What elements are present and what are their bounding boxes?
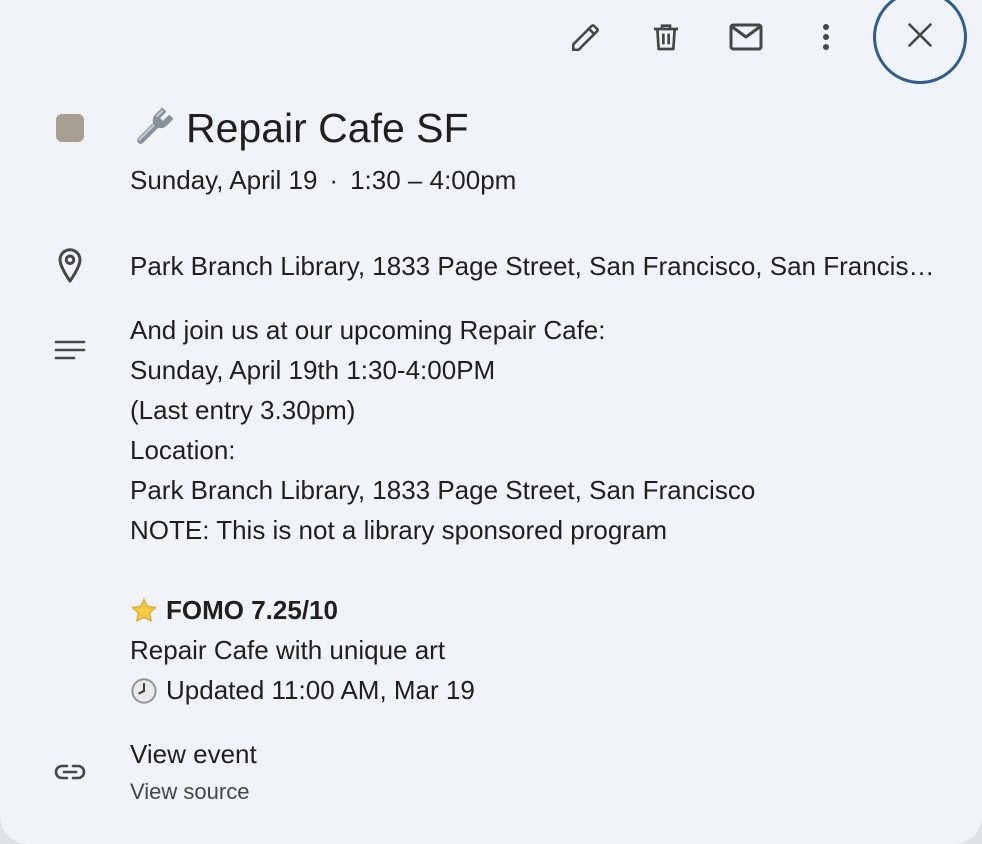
event-time: 1:30 – 4:00pm — [350, 165, 517, 195]
fomo-label: FOMO 7.25/10 — [166, 595, 338, 625]
edit-button[interactable] — [553, 0, 619, 74]
email-guests-button[interactable] — [713, 0, 779, 74]
updated-line: Updated 11:00 AM, Mar 19 — [130, 670, 950, 710]
view-event-link[interactable]: View event — [130, 737, 257, 771]
event-datetime: Sunday, April 19 · 1:30 – 4:00pm — [130, 164, 516, 196]
close-icon — [906, 21, 934, 54]
event-location[interactable]: Park Branch Library, 1833 Page Street, S… — [130, 250, 945, 282]
location-pin-icon — [50, 246, 90, 286]
clock-icon — [130, 676, 158, 704]
pencil-icon — [569, 20, 603, 54]
star-icon — [130, 596, 158, 624]
fomo-rating: FOMO 7.25/10 — [130, 590, 950, 630]
more-options-button[interactable] — [793, 0, 859, 74]
description-line: And join us at our upcoming Repair Cafe: — [130, 315, 606, 345]
close-button[interactable] — [873, 0, 967, 84]
description-line: Location: — [130, 435, 236, 465]
description-line: Sunday, April 19th 1:30-4:00PM — [130, 355, 496, 385]
view-source-link[interactable]: View source — [130, 777, 249, 807]
datetime-separator: · — [329, 165, 339, 195]
updated-text: Updated 11:00 AM, Mar 19 — [166, 675, 475, 705]
mail-icon — [728, 22, 764, 52]
wrench-icon — [130, 105, 176, 151]
more-vertical-icon — [820, 22, 832, 52]
event-title-text: Repair Cafe SF — [186, 105, 469, 151]
event-description: And join us at our upcoming Repair Cafe:… — [130, 310, 950, 710]
link-icon — [50, 752, 90, 792]
description-line: (Last entry 3.30pm) — [130, 395, 356, 425]
description-line: Park Branch Library, 1833 Page Street, S… — [130, 475, 756, 505]
event-date: Sunday, April 19 — [130, 165, 318, 195]
event-title: Repair Cafe SF — [130, 100, 469, 156]
delete-button[interactable] — [633, 0, 699, 74]
description-line: NOTE: This is not a library sponsored pr… — [130, 515, 668, 545]
trash-icon — [650, 20, 682, 54]
description-tagline: Repair Cafe with unique art — [130, 635, 446, 665]
description-icon — [50, 330, 90, 370]
event-color-swatch — [56, 114, 84, 142]
event-details-card: Repair Cafe SF Sunday, April 19 · 1:30 – 4… — [0, 0, 982, 844]
